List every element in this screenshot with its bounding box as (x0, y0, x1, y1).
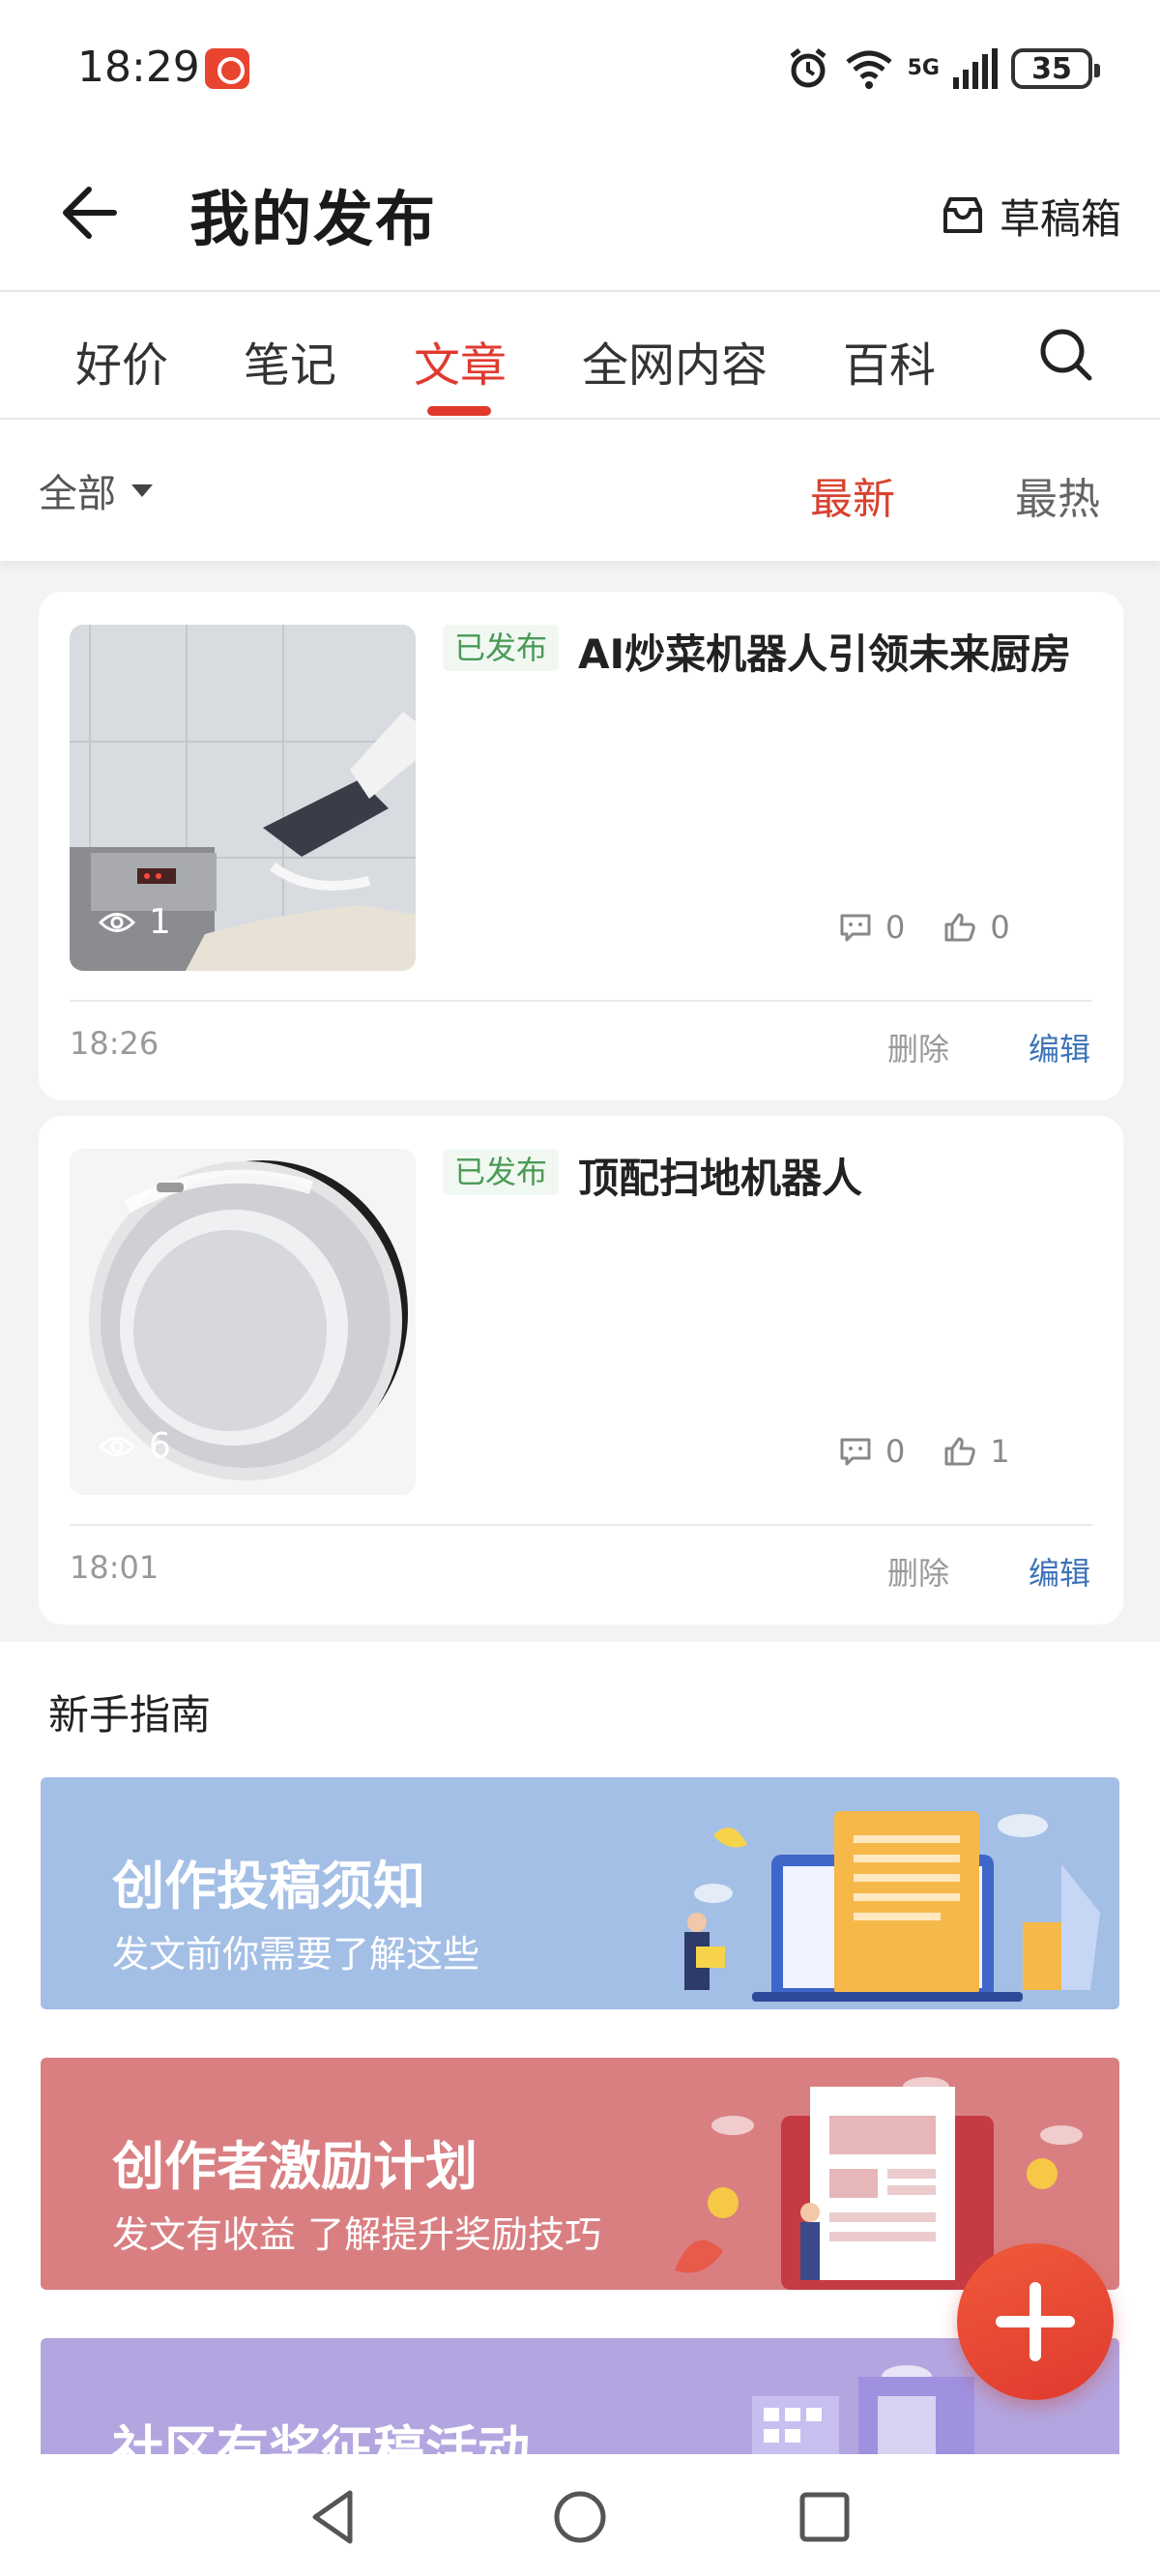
nav-recents-icon[interactable] (791, 2483, 858, 2551)
view-count-value: 6 (149, 1426, 171, 1466)
article-title[interactable]: AI炒菜机器人引领未来厨房 (443, 619, 1100, 690)
like-count-value: 1 (990, 1433, 1010, 1470)
view-count-value: 1 (149, 902, 171, 942)
banner-title: 创作者激励计划 (112, 2136, 478, 2197)
thumbs-up-icon (944, 1437, 976, 1466)
scope-label: 全部 (39, 472, 116, 516)
system-nav-bar (0, 2454, 1160, 2576)
article-thumbnail: 1 (70, 625, 416, 971)
tab-wiki[interactable]: 百科 (843, 327, 936, 395)
sort-newest-button[interactable]: 最新 (810, 464, 895, 526)
article-title[interactable]: 顶配扫地机器人 (443, 1143, 1100, 1215)
drafts-label: 草稿箱 (999, 194, 1121, 243)
wifi-icon (846, 50, 892, 89)
drafts-button[interactable]: 草稿箱 (940, 182, 1121, 249)
page-title: 我的发布 (189, 184, 438, 254)
status-indicators: 5G 35 (786, 44, 1100, 93)
article-card[interactable]: 1 已发布 AI炒菜机器人引领未来厨房 0 0 18:26 删除 编辑 (39, 592, 1123, 1100)
status-bar: 18:29 5G 35 (0, 0, 1160, 135)
comment-count[interactable]: 0 (839, 1433, 905, 1470)
guide-heading: 新手指南 (48, 1691, 212, 1739)
delete-button[interactable]: 删除 (887, 1549, 949, 1594)
document-illustration (684, 1811, 1100, 2002)
publish-time: 18:26 (70, 1025, 160, 1062)
banner-subtitle: 发文有收益 了解提升奖励技巧 (112, 2213, 602, 2256)
like-count[interactable]: 1 (943, 1433, 1010, 1470)
view-count: 1 (99, 902, 171, 942)
active-tab-indicator (427, 406, 491, 416)
edit-button[interactable]: 编辑 (1029, 1025, 1090, 1069)
plus-icon (996, 2282, 1075, 2361)
back-arrow-icon[interactable] (54, 174, 131, 251)
publish-time: 18:01 (70, 1549, 160, 1586)
thumbs-up-icon (944, 913, 976, 942)
like-count[interactable]: 0 (943, 909, 1010, 946)
tab-notes[interactable]: 笔记 (244, 327, 336, 395)
drafts-box-icon (942, 197, 982, 233)
comment-icon (840, 914, 871, 942)
banner-title: 创作投稿须知 (112, 1856, 425, 1917)
tab-deals[interactable]: 好价 (75, 327, 168, 395)
comment-count[interactable]: 0 (839, 909, 905, 946)
nav-home-icon[interactable] (546, 2483, 614, 2551)
delete-button[interactable]: 删除 (887, 1025, 949, 1069)
card-divider (70, 1000, 1092, 1002)
network-type-label: 5G (907, 56, 940, 80)
banner-title: 社区有奖征稿活动 (112, 2420, 530, 2454)
eye-icon (99, 1436, 135, 1456)
filter-bar: 全部 最新 最热 (0, 420, 1160, 561)
app-notification-icon (205, 48, 249, 89)
article-stats: 0 0 (839, 909, 1010, 946)
scope-dropdown[interactable]: 全部 (39, 466, 153, 516)
signal-icon (953, 48, 998, 89)
status-time: 18:29 (77, 43, 200, 92)
article-card[interactable]: 6 已发布 顶配扫地机器人 0 1 18:01 删除 编辑 (39, 1116, 1123, 1625)
content-tabs: 好价 笔记 文章 全网内容 百科 (0, 292, 1160, 420)
article-thumbnail: 6 (70, 1149, 416, 1495)
tab-web-content[interactable]: 全网内容 (582, 327, 768, 395)
card-divider (70, 1524, 1092, 1526)
view-count: 6 (99, 1426, 171, 1466)
comment-count-value: 0 (885, 909, 906, 946)
tab-articles[interactable]: 文章 (414, 327, 507, 395)
create-post-button[interactable] (957, 2243, 1114, 2400)
like-count-value: 0 (990, 909, 1010, 946)
eye-icon (99, 912, 135, 932)
search-icon[interactable] (1036, 325, 1096, 385)
banner-submission-guidelines[interactable]: 创作投稿须知 发文前你需要了解这些 (41, 1777, 1119, 2009)
article-stats: 0 1 (839, 1433, 1010, 1470)
banner-subtitle: 发文前你需要了解这些 (112, 1933, 480, 1976)
comment-icon (840, 1438, 871, 1466)
battery-indicator: 35 (1011, 48, 1100, 89)
page-header: 我的发布 草稿箱 (0, 135, 1160, 292)
sort-hottest-button[interactable]: 最热 (1015, 464, 1100, 526)
nav-back-icon[interactable] (302, 2483, 369, 2551)
edit-button[interactable]: 编辑 (1029, 1549, 1090, 1594)
caret-down-icon (131, 483, 153, 497)
alarm-icon (790, 48, 826, 88)
comment-count-value: 0 (885, 1433, 906, 1470)
